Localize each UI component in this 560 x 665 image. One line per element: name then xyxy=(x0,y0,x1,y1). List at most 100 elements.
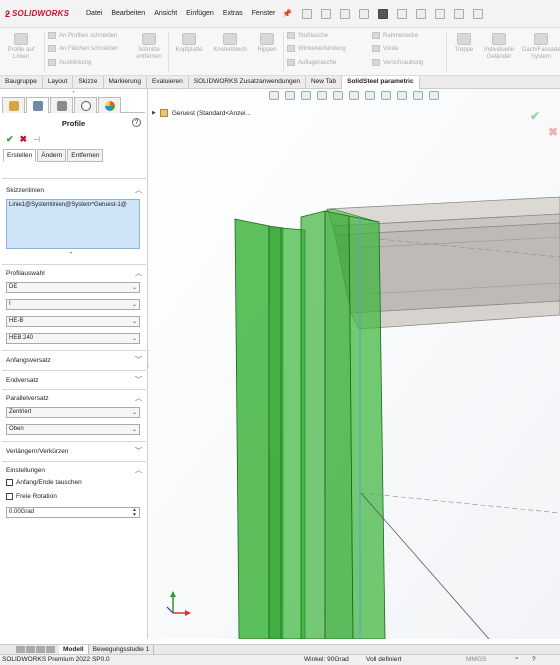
checkbox-box[interactable] xyxy=(6,493,13,500)
roof-facade-button[interactable]: Dach/Fassade System xyxy=(522,33,560,61)
file-properties-icon[interactable] xyxy=(454,8,465,19)
view-settings-icon[interactable] xyxy=(413,91,423,100)
confirm-cancel-x-icon[interactable]: ✖ xyxy=(548,125,558,139)
angle-connection-button[interactable]: Winkelverbindung xyxy=(287,45,346,52)
tab-feature-manager[interactable] xyxy=(2,97,25,113)
status-chevron-icon[interactable]: ⌃ xyxy=(514,656,519,664)
section-view-icon[interactable] xyxy=(317,91,327,100)
previous-view-icon[interactable] xyxy=(301,91,311,100)
menu-ansicht[interactable]: Ansicht xyxy=(154,10,177,17)
tab-layout[interactable]: Layout xyxy=(43,76,74,89)
scene-icon[interactable] xyxy=(397,91,407,100)
spinner-arrows-icon[interactable]: ▲ ▼ xyxy=(132,508,137,518)
tab-solidsteel-parametric[interactable]: SolidSteel parametric xyxy=(342,76,420,89)
subtab-erstellen[interactable]: Erstellen xyxy=(3,149,37,162)
open-icon[interactable] xyxy=(340,8,351,19)
frame-corner-button[interactable]: Rahmenecke xyxy=(372,32,418,39)
group-end-offset[interactable]: Endversatz ﹀ xyxy=(2,374,146,386)
haunch-button[interactable]: Voute xyxy=(372,45,398,52)
view-orientation-icon[interactable] xyxy=(333,91,343,100)
tab-zusatzanwendungen[interactable]: SOLIDWORKS Zusatzanwendungen xyxy=(189,76,306,89)
menu-datei[interactable]: Datei xyxy=(86,10,102,17)
save-icon[interactable] xyxy=(359,8,370,19)
pushpin-icon[interactable]: ⊣ xyxy=(33,135,40,144)
head-plate-button[interactable]: Kopfplatte xyxy=(171,33,207,54)
profile-button[interactable]: Profile auf Linien xyxy=(3,33,39,61)
scroll-last-icon[interactable] xyxy=(46,646,55,653)
zoom-fit-icon[interactable] xyxy=(269,91,279,100)
butt-strap-button[interactable]: Stoßlasche xyxy=(287,32,328,39)
expand-chevron-icon[interactable]: ﹀ xyxy=(135,375,142,385)
checkbox-box[interactable] xyxy=(6,479,13,486)
tab-new-tab[interactable]: New Tab xyxy=(306,76,343,89)
pin-menu-icon[interactable]: 📌 xyxy=(282,9,292,18)
group-extend-trim[interactable]: Verlängern/Verkürzen ﹀ xyxy=(2,445,146,457)
3d-model-scene[interactable] xyxy=(149,89,560,639)
hide-show-icon[interactable] xyxy=(365,91,375,100)
tab-evaluieren[interactable]: Evaluieren xyxy=(147,76,189,89)
rebuild-icon[interactable] xyxy=(435,8,446,19)
expand-chevron-icon[interactable]: ﹀ xyxy=(135,355,142,365)
expand-chevron-icon[interactable]: ﹀ xyxy=(135,446,142,456)
tree-root-label[interactable]: Geruest (Standard<Anzei... xyxy=(172,110,251,117)
resize-handle-icon[interactable]: • xyxy=(70,251,72,257)
stair-button[interactable]: Treppe xyxy=(450,33,478,54)
swap-start-end-checkbox[interactable]: Anfang/Ende tauschen xyxy=(6,479,82,486)
unit-system[interactable]: MMGS xyxy=(466,656,486,663)
railing-button[interactable]: Individuelle Geländer xyxy=(479,33,519,61)
zoom-area-icon[interactable] xyxy=(285,91,295,100)
display-style-icon[interactable] xyxy=(349,91,359,100)
notch-button[interactable]: Ausklinkung xyxy=(48,59,91,66)
tab-dimxpert[interactable] xyxy=(74,97,97,113)
scroll-first-icon[interactable] xyxy=(16,646,25,653)
profile-series-select[interactable]: HE-B ⌄ xyxy=(6,316,140,327)
tab-baugruppe[interactable]: Baugruppe xyxy=(0,76,43,89)
scroll-prev-icon[interactable] xyxy=(26,646,35,653)
profile-standard-select[interactable]: DE ⌄ xyxy=(6,282,140,293)
menu-einfuegen[interactable]: Einfügen xyxy=(186,10,214,17)
tab-configuration-manager[interactable] xyxy=(50,97,73,113)
options-gear-icon[interactable] xyxy=(473,8,484,19)
new-document-icon[interactable] xyxy=(321,8,332,19)
sketch-line-entry[interactable]: Linie1@Systemlinien@System^Geruest-1@ xyxy=(9,202,127,208)
parallel-vertical-select[interactable]: Oben ⌄ xyxy=(6,424,140,435)
display-pane-icon[interactable] xyxy=(429,91,439,100)
menu-fenster[interactable]: Fenster xyxy=(252,10,276,17)
tab-markierung[interactable]: Markierung xyxy=(104,76,148,89)
collapse-chevron-icon[interactable]: ︿ xyxy=(135,465,142,475)
subtab-entfernen[interactable]: Entfernen xyxy=(67,149,104,162)
help-icon[interactable]: ? xyxy=(132,118,141,127)
profile-size-select[interactable]: HEB 240 ⌄ xyxy=(6,333,140,344)
cut-profiles-button[interactable]: An Profilen schneiden xyxy=(48,32,117,39)
help-status-icon[interactable]: ? xyxy=(532,656,536,663)
graphics-viewport[interactable]: ▶ Geruest (Standard<Anzei... ✔ ✖ xyxy=(149,89,560,639)
free-rotation-checkbox[interactable]: Freie Rotation xyxy=(6,493,57,500)
rib-button[interactable]: Rippen xyxy=(253,33,281,54)
collapse-chevron-icon[interactable]: ︿ xyxy=(135,185,142,195)
tab-display-manager[interactable] xyxy=(98,97,121,113)
ok-check-icon[interactable]: ✔ xyxy=(6,134,14,145)
tab-modell[interactable]: Modell xyxy=(59,644,89,655)
collapse-chevron-icon[interactable]: ︿ xyxy=(135,393,142,403)
panel-grip-handle[interactable]: • xyxy=(0,89,147,97)
flyout-feature-tree[interactable]: ▶ Geruest (Standard<Anzei... xyxy=(152,109,251,117)
menu-extras[interactable]: Extras xyxy=(223,10,243,17)
solidworks-logo[interactable]: ƻ SOLIDWORKS xyxy=(5,9,83,19)
menu-bearbeiten[interactable]: Bearbeiten xyxy=(111,10,145,17)
tab-skizze[interactable]: Skizze xyxy=(73,76,104,89)
support-plate-button[interactable]: Auflagerasche xyxy=(287,59,336,66)
sketch-lines-list[interactable]: Linie1@Systemlinien@System^Geruest-1@ xyxy=(6,199,140,249)
tab-property-manager[interactable] xyxy=(26,97,49,113)
confirm-ok-check-icon[interactable]: ✔ xyxy=(530,109,540,123)
expand-arrow-icon[interactable]: ▶ xyxy=(152,110,156,116)
rotation-angle-input[interactable]: 0.00Grad ▲ ▼ xyxy=(6,507,140,518)
print-icon[interactable] xyxy=(378,8,389,19)
group-start-offset[interactable]: Anfangsversatz ﹀ xyxy=(2,354,146,366)
parallel-horizontal-select[interactable]: Zentriert ⌄ xyxy=(6,407,140,418)
tab-scroll-arrows[interactable] xyxy=(16,646,55,653)
subtab-aendern[interactable]: Ändern xyxy=(37,149,67,162)
collapse-chevron-icon[interactable]: ︿ xyxy=(135,268,142,278)
cancel-x-icon[interactable]: ✖ xyxy=(20,134,28,145)
bracing-button[interactable]: Verschraubung xyxy=(372,59,423,66)
gusset-button[interactable]: Knotenblech xyxy=(208,33,252,54)
